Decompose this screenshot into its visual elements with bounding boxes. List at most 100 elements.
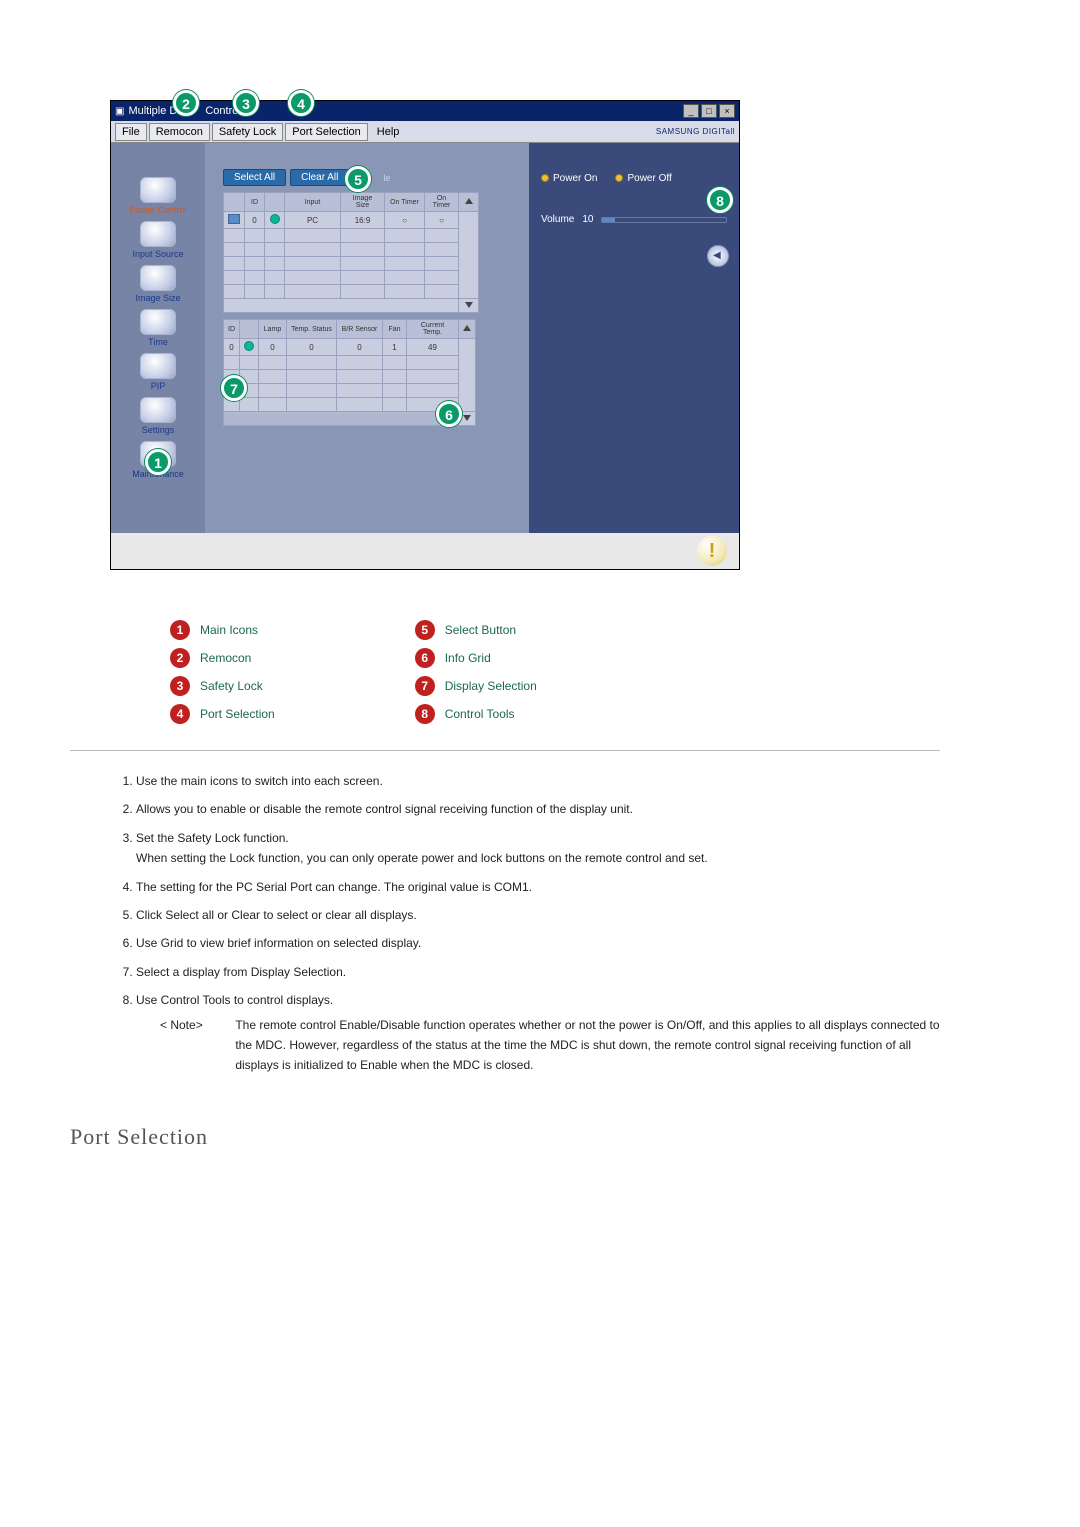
- time-icon: [140, 309, 176, 335]
- callout-6: 6: [436, 401, 462, 427]
- chevron-down-icon: [463, 415, 471, 421]
- legend-link-1[interactable]: Main Icons: [200, 623, 258, 637]
- status-led-icon: [244, 341, 254, 351]
- sidebar-label: Input Source: [132, 249, 183, 259]
- max-button[interactable]: □: [701, 104, 717, 118]
- legend-num-1: 1: [170, 620, 190, 640]
- menu-safety-lock[interactable]: Safety Lock: [212, 123, 283, 141]
- legend-num-2: 2: [170, 648, 190, 668]
- display-grid[interactable]: ID Input Image Size On Timer On Timer 0 …: [223, 192, 479, 313]
- mdc-app-window: 2 3 4 5 8 6 7 1 ▣ Multiple D Control _ □…: [110, 100, 740, 570]
- note-label: < Note>: [160, 1015, 232, 1035]
- brand-label: SAMSUNG DIGITall: [656, 127, 735, 136]
- legend-link-6[interactable]: Info Grid: [445, 651, 491, 665]
- grid1-h2: [265, 193, 285, 212]
- legend-link-5[interactable]: Select Button: [445, 623, 516, 637]
- volume-value: 10: [582, 214, 593, 225]
- callout-4: 4: [288, 90, 314, 116]
- grid1-id: 0: [245, 212, 265, 229]
- input-source-icon: [140, 221, 176, 247]
- chevron-up-icon: [463, 325, 471, 331]
- sidebar-pip[interactable]: PIP: [111, 349, 205, 393]
- grid1-h1: ID: [245, 193, 265, 212]
- g2-h0: ID: [224, 320, 240, 339]
- legend-link-7[interactable]: Display Selection: [445, 679, 537, 693]
- desc-3b: When setting the Lock function, you can …: [136, 851, 708, 865]
- legend-link-4[interactable]: Port Selection: [200, 707, 275, 721]
- g2-h4: B/R Sensor: [337, 320, 383, 339]
- grid1-scroll-dn[interactable]: [459, 299, 479, 313]
- warning-icon: !: [697, 536, 727, 566]
- menu-port-selection[interactable]: Port Selection: [285, 123, 367, 141]
- power-on-label: Power On: [553, 173, 597, 184]
- g2-br: 0: [337, 339, 383, 356]
- grid1-h5: On Timer: [385, 193, 425, 212]
- callout-1: 1: [145, 449, 171, 475]
- desc-4: The setting for the PC Serial Port can c…: [136, 877, 960, 897]
- sidebar-time[interactable]: Time: [111, 305, 205, 349]
- g2-h6: Current Temp.: [407, 320, 459, 339]
- power-control-icon: [140, 177, 176, 203]
- menu-file[interactable]: File: [115, 123, 147, 141]
- section-heading: Port Selection: [70, 1124, 960, 1150]
- grid1-scroll-up[interactable]: [459, 193, 479, 212]
- status-led-icon: [270, 214, 280, 224]
- dot-icon: [615, 174, 623, 182]
- note-text: The remote control Enable/Disable functi…: [235, 1015, 955, 1076]
- desc-5: Click Select all or Clear to select or c…: [136, 905, 960, 925]
- callout-5: 5: [345, 166, 371, 192]
- legend-num-7: 7: [415, 676, 435, 696]
- statusbar: !: [111, 533, 739, 569]
- callout-2: 2: [173, 90, 199, 116]
- desc-7: Select a display from Display Selection.: [136, 962, 960, 982]
- chevron-up-icon: [465, 198, 473, 204]
- power-off-label: Power Off: [627, 173, 671, 184]
- desc-8-text: Use Control Tools to control displays.: [136, 993, 333, 1007]
- sidebar-power-control[interactable]: Power Control: [111, 173, 205, 217]
- chevron-down-icon: [465, 302, 473, 308]
- g2-scroll-up[interactable]: [459, 320, 476, 339]
- description-list: Use the main icons to switch into each s…: [100, 771, 960, 1076]
- title-prefix: Multiple D: [128, 105, 177, 117]
- g2-h1: [240, 320, 259, 339]
- g2-fan: 1: [383, 339, 407, 356]
- speaker-icon[interactable]: [707, 245, 729, 267]
- desc-1: Use the main icons to switch into each s…: [136, 771, 960, 791]
- legend-link-3[interactable]: Safety Lock: [200, 679, 263, 693]
- note: < Note> The remote control Enable/Disabl…: [160, 1015, 960, 1076]
- callout-8: 8: [707, 187, 733, 213]
- grid1-size: 16:9: [341, 212, 385, 229]
- menu-help[interactable]: Help: [370, 123, 407, 141]
- grid1-h3: Input: [285, 193, 341, 212]
- clear-all-button[interactable]: Clear All: [290, 169, 349, 186]
- volume-label: Volume: [541, 214, 574, 225]
- min-button[interactable]: _: [683, 104, 699, 118]
- g2-id: 0: [224, 339, 240, 356]
- settings-icon: [140, 397, 176, 423]
- g2-ctemp: 49: [407, 339, 459, 356]
- grid1-input: PC: [285, 212, 341, 229]
- sidebar-input-source[interactable]: Input Source: [111, 217, 205, 261]
- desc-6: Use Grid to view brief information on se…: [136, 933, 960, 953]
- g2-h5: Fan: [383, 320, 407, 339]
- center-panel: Select All Clear All le ID Input Image S…: [205, 143, 529, 533]
- legend-link-8[interactable]: Control Tools: [445, 707, 515, 721]
- sidebar-image-size[interactable]: Image Size: [111, 261, 205, 305]
- desc-3: Set the Safety Lock function. When setti…: [136, 828, 960, 869]
- volume-slider[interactable]: [601, 217, 727, 223]
- sidebar-label: Power Control: [129, 205, 186, 215]
- legend-link-2[interactable]: Remocon: [200, 651, 251, 665]
- legend-num-6: 6: [415, 648, 435, 668]
- legend-num-4: 4: [170, 704, 190, 724]
- grid1-h4: Image Size: [341, 193, 385, 212]
- select-all-button[interactable]: Select All: [223, 169, 286, 186]
- divider: [70, 750, 940, 751]
- window-titlebar: ▣ Multiple D Control _ □ ×: [111, 101, 739, 121]
- power-off-button[interactable]: Power Off: [615, 173, 671, 184]
- menu-remocon[interactable]: Remocon: [149, 123, 210, 141]
- close-button[interactable]: ×: [719, 104, 735, 118]
- legend: 1Main Icons 2Remocon 3Safety Lock 4Port …: [170, 620, 960, 732]
- power-on-button[interactable]: Power On: [541, 173, 597, 184]
- sidebar-settings[interactable]: Settings: [111, 393, 205, 437]
- desc-3a: Set the Safety Lock function.: [136, 831, 289, 845]
